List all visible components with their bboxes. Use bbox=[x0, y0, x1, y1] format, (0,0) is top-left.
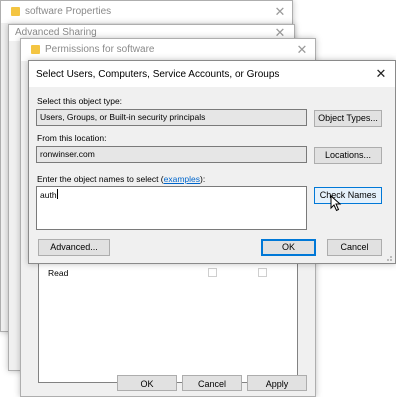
location-field: ronwinser.com bbox=[36, 146, 307, 163]
cancel-button[interactable]: Cancel bbox=[182, 375, 242, 391]
apply-button[interactable]: Apply bbox=[247, 375, 307, 391]
examples-link[interactable]: examples bbox=[164, 174, 200, 184]
software-properties-title: software Properties bbox=[25, 6, 112, 17]
select-users-titlebar: Select Users, Computers, Service Account… bbox=[29, 61, 395, 87]
names-label-suffix: ): bbox=[200, 174, 206, 184]
check-names-button[interactable]: Check Names bbox=[314, 187, 382, 204]
locations-button[interactable]: Locations... bbox=[314, 147, 382, 164]
text-cursor bbox=[56, 189, 58, 199]
object-type-field: Users, Groups, or Built-in security prin… bbox=[36, 109, 307, 126]
allow-checkbox[interactable] bbox=[208, 268, 217, 277]
permission-label: Read bbox=[48, 268, 69, 278]
cancel-button[interactable]: Cancel bbox=[327, 239, 382, 256]
folder-icon bbox=[11, 7, 20, 16]
mouse-pointer-icon bbox=[330, 195, 342, 212]
object-type-label: Select this object type: bbox=[37, 96, 123, 106]
names-input-text: auth bbox=[40, 190, 57, 200]
names-label-prefix: Enter the object names to select ( bbox=[37, 174, 164, 184]
location-label: From this location: bbox=[37, 133, 107, 143]
close-icon[interactable]: ✕ bbox=[271, 4, 289, 20]
permissions-title: Permissions for software bbox=[45, 44, 155, 55]
advanced-sharing-title: Advanced Sharing bbox=[15, 27, 97, 38]
names-input[interactable]: auth bbox=[36, 186, 307, 230]
resize-grip-icon[interactable] bbox=[384, 253, 393, 262]
object-types-button[interactable]: Object Types... bbox=[314, 110, 382, 127]
folder-icon bbox=[31, 45, 40, 54]
select-users-title: Select Users, Computers, Service Account… bbox=[36, 69, 280, 80]
close-icon[interactable]: ✕ bbox=[372, 66, 390, 82]
ok-button[interactable]: OK bbox=[117, 375, 177, 391]
permission-row: Read bbox=[48, 268, 288, 280]
software-properties-titlebar: software Properties ✕ bbox=[1, 1, 292, 23]
names-label: Enter the object names to select (exampl… bbox=[37, 174, 205, 184]
ok-button[interactable]: OK bbox=[261, 239, 316, 256]
deny-checkbox[interactable] bbox=[258, 268, 267, 277]
close-icon[interactable]: ✕ bbox=[293, 42, 311, 58]
advanced-button[interactable]: Advanced... bbox=[38, 239, 110, 256]
select-users-dialog: Select Users, Computers, Service Account… bbox=[28, 60, 396, 264]
permissions-titlebar: Permissions for software ✕ bbox=[21, 39, 315, 61]
